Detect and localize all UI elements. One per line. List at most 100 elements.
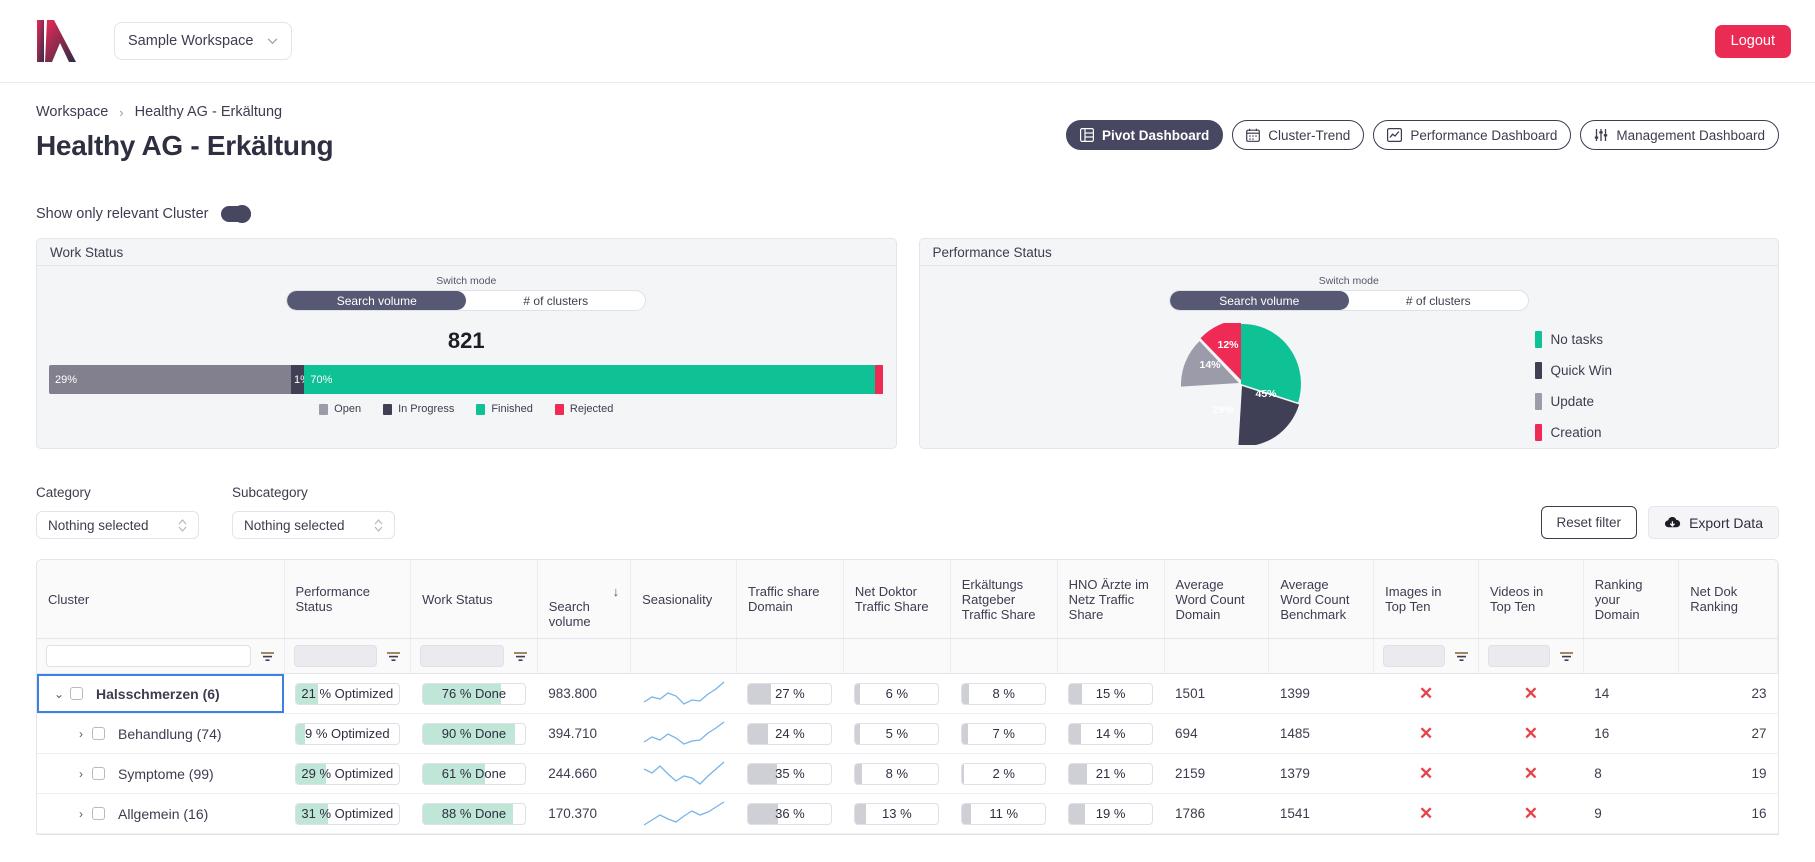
col-header-videos-in-top-ten[interactable]: Videos in Top Ten (1478, 560, 1584, 639)
col-header-net-doktor-traffic-share[interactable]: Net Doktor Traffic Share (843, 560, 951, 639)
col-label: Images in Top Ten (1385, 584, 1442, 614)
performance-status-pill[interactable]: 31 % Optimized (295, 802, 400, 825)
filter-icon[interactable] (1559, 650, 1574, 663)
work-status-pill[interactable]: 88 % Done (421, 802, 527, 825)
col-header-performance-status[interactable]: Performance Status (284, 560, 412, 639)
erkaeltungs-ratgeber-pill[interactable]: 8 % (961, 682, 1047, 705)
col-header-average-word-count-domain[interactable]: Average Word Count Domain (1164, 560, 1270, 639)
work-status-filter-select[interactable] (420, 645, 504, 667)
erkaeltungs-ratgeber-pill[interactable]: 2 % (961, 762, 1047, 785)
filter-cell-erkaeltungs-ratgeber (950, 638, 1058, 674)
col-header-average-word-count-benchmark[interactable]: Average Word Count Benchmark (1268, 560, 1375, 639)
col-header-images-in-top-ten[interactable]: Images in Top Ten (1373, 560, 1479, 639)
row-checkbox[interactable] (70, 687, 83, 700)
bar-segment-in-progress[interactable]: 1% (291, 365, 305, 394)
filter-icon[interactable] (1454, 650, 1469, 663)
row-checkbox[interactable] (92, 807, 105, 820)
cell-cluster[interactable]: ⌄ Halsschmerzen (6) (37, 673, 284, 714)
hno-aerzte-pill-fill (1069, 723, 1081, 744)
erkaeltungs-ratgeber-pill[interactable]: 11 % (961, 802, 1047, 825)
net-doktor-pill[interactable]: 6 % (854, 682, 940, 705)
logout-button[interactable]: Logout (1714, 24, 1791, 58)
chevron-right-icon[interactable]: › (70, 727, 92, 741)
net-doktor-pill[interactable]: 13 % (854, 802, 940, 825)
cell-cluster[interactable]: › Behandlung (74) (37, 713, 284, 754)
hno-aerzte-pill[interactable]: 21 % (1068, 762, 1154, 785)
tab-cluster-trend[interactable]: Cluster-Trend (1232, 120, 1365, 150)
work-status-mode-search-volume[interactable]: Search volume (287, 291, 467, 310)
filter-icon[interactable] (386, 650, 401, 663)
bar-segment-finished[interactable]: 70% (304, 365, 876, 394)
bar-segment-rejected[interactable] (875, 365, 884, 394)
breadcrumb-workspace[interactable]: Workspace (36, 104, 108, 120)
bar-segment-open[interactable]: 29% (49, 365, 291, 394)
work-status-pill[interactable]: 61 % Done (421, 762, 527, 785)
cluster-name: Halsschmerzen (6) (96, 685, 220, 702)
filter-icon[interactable] (260, 650, 275, 663)
tab-management-dashboard[interactable]: Management Dashboard (1580, 120, 1779, 150)
table-row[interactable]: › Symptome (99) 29 % Optimized 61 % Done… (37, 753, 1778, 794)
performance-status-filter-select[interactable] (293, 645, 378, 667)
col-header-ranking-your-domain[interactable]: Ranking your Domain (1583, 560, 1680, 639)
videos-top-ten-filter-select[interactable] (1487, 645, 1550, 667)
legend-label-open: Open (334, 403, 362, 415)
subcategory-select[interactable]: Nothing selected (232, 511, 395, 539)
col-header-traffic-share-domain[interactable]: Traffic share Domain (736, 560, 844, 639)
cell-cluster[interactable]: › Symptome (99) (37, 753, 284, 794)
kaspar-logo (37, 20, 76, 62)
relevant-cluster-toggle[interactable] (221, 205, 252, 223)
col-header-work-status[interactable]: Work Status (410, 560, 538, 639)
col-header-net-dok-ranking[interactable]: Net Dok Ranking (1678, 560, 1778, 639)
erkaeltungs-ratgeber-pill-fill (962, 723, 969, 744)
cross-icon: ✕ (1523, 763, 1539, 783)
table-row[interactable]: › Allgemein (16) 31 % Optimized 88 % Don… (37, 793, 1778, 834)
col-label: Net Doktor Traffic Share (854, 584, 929, 614)
cluster-filter-input[interactable] (46, 645, 251, 667)
chevron-right-icon[interactable]: › (70, 767, 92, 781)
traffic-share-domain-pill[interactable]: 27 % (747, 682, 833, 705)
net-doktor-pill[interactable]: 5 % (854, 722, 940, 745)
hno-aerzte-pill[interactable]: 19 % (1068, 802, 1154, 825)
table-row[interactable]: › Behandlung (74) 9 % Optimized 90 % Don… (37, 713, 1778, 754)
col-header-erkaeltungs-ratgeber-traffic-share[interactable]: Erkältungs Ratgeber Traffic Share (950, 560, 1058, 639)
chevron-right-icon[interactable]: › (70, 807, 92, 821)
workspace-selector[interactable]: Sample Workspace (114, 22, 293, 60)
work-status-pill[interactable]: 90 % Done (421, 722, 527, 745)
col-header-seasionality[interactable]: Seasionality (630, 560, 737, 639)
cell-net-doktor-traffic-share: 8 % (843, 753, 951, 794)
hno-aerzte-pill[interactable]: 14 % (1068, 722, 1154, 745)
hno-aerzte-pill[interactable]: 15 % (1068, 682, 1154, 705)
col-header-cluster[interactable]: Cluster (37, 560, 285, 639)
performance-status-pill[interactable]: 29 % Optimized (295, 762, 400, 785)
chevron-down-icon[interactable]: ⌄ (48, 687, 70, 701)
traffic-share-domain-pill[interactable]: 36 % (747, 802, 833, 825)
images-top-ten-filter-select[interactable] (1383, 645, 1445, 667)
work-status-pill[interactable]: 76 % Done (421, 682, 527, 705)
reset-filter-button[interactable]: Reset filter (1540, 506, 1638, 539)
traffic-share-domain-pill-label: 35 % (775, 766, 805, 781)
category-select[interactable]: Nothing selected (36, 511, 199, 539)
col-header-hno-aerzte-traffic-share[interactable]: HNO Ärzte im Netz Traffic Share (1057, 560, 1165, 639)
cell-net-doktor-traffic-share: 5 % (843, 713, 951, 754)
col-header-search-volume[interactable]: ↓ Search volume (537, 560, 632, 639)
tab-pivot-dashboard[interactable]: Pivot Dashboard (1066, 120, 1224, 150)
cell-cluster[interactable]: › Allgemein (16) (37, 793, 284, 834)
row-checkbox[interactable] (92, 767, 105, 780)
row-checkbox[interactable] (92, 727, 105, 740)
net-doktor-pill-fill (855, 683, 861, 704)
seasionality-sparkline (643, 801, 724, 826)
export-data-button[interactable]: Export Data (1648, 506, 1779, 539)
work-status-mode-clusters[interactable]: # of clusters (466, 291, 645, 310)
performance-status-pill[interactable]: 9 % Optimized (295, 722, 400, 745)
tab-performance-dashboard[interactable]: Performance Dashboard (1373, 120, 1572, 150)
performance-status-mode-search-volume[interactable]: Search volume (1169, 291, 1349, 310)
performance-status-pill[interactable]: 21 % Optimized (295, 682, 400, 705)
col-label: Performance Status (295, 584, 370, 614)
erkaeltungs-ratgeber-pill[interactable]: 7 % (961, 722, 1047, 745)
traffic-share-domain-pill[interactable]: 24 % (747, 722, 833, 745)
traffic-share-domain-pill[interactable]: 35 % (747, 762, 833, 785)
performance-status-mode-clusters[interactable]: # of clusters (1349, 291, 1528, 310)
net-doktor-pill[interactable]: 8 % (854, 762, 940, 785)
filter-icon[interactable] (513, 650, 528, 663)
table-row[interactable]: ⌄ Halsschmerzen (6) 21 % Optimized 76 % … (37, 673, 1778, 714)
